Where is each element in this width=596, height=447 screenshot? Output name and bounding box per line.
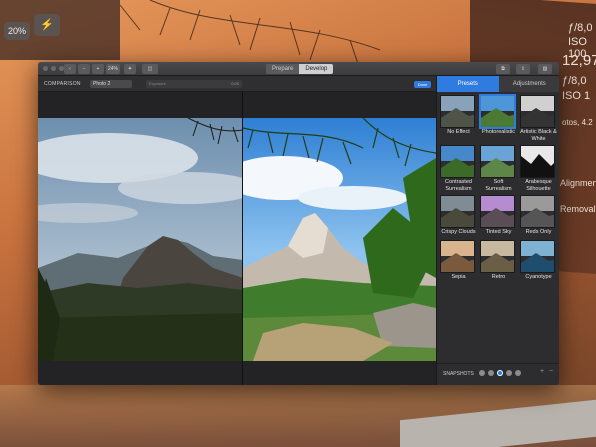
preset-thumbnail — [480, 240, 515, 273]
preset-crispy-clouds[interactable]: Crispy Clouds — [440, 195, 477, 236]
photo-canvas[interactable] — [38, 92, 436, 385]
background-aperture-text: ƒ/8,0 — [568, 22, 593, 34]
exposure-slider[interactable]: Exposure 0,00 — [146, 80, 242, 88]
preset-thumbnail — [440, 240, 475, 273]
title-bar: ‹ − + 24% ✦ ◫ Prepare Develop ⧉ ⇪ ▥ — [38, 62, 559, 76]
crop-tool-icon[interactable]: ✦ — [124, 64, 136, 74]
preset-thumbnail — [440, 195, 475, 228]
preset-label: Sepia — [451, 274, 466, 280]
snapshot-dot[interactable] — [479, 370, 485, 376]
app-window: ‹ − + 24% ✦ ◫ Prepare Develop ⧉ ⇪ ▥ COMP… — [38, 62, 559, 385]
preset-contrasted-surrealism[interactable]: Contrasted Surrealism — [440, 145, 477, 192]
snapshot-dot[interactable] — [488, 370, 494, 376]
preset-sepia[interactable]: Sepia — [440, 240, 477, 281]
background-alignment-text: Alignmen — [560, 178, 596, 188]
comparison-label: COMPARISON — [44, 81, 81, 87]
close-window-button[interactable] — [43, 66, 48, 71]
preset-thumbnail — [479, 94, 516, 129]
tab-develop[interactable]: Develop — [299, 64, 334, 74]
preset-thumbnail — [480, 195, 515, 228]
background-photos-text: otos, 4.2 — [562, 118, 593, 127]
preset-label: Reds Only — [525, 229, 552, 235]
background-aperture-text-2: ƒ/8,0 — [562, 75, 587, 87]
preset-label: Contrasted Surrealism — [445, 179, 472, 192]
comparison-photo-select[interactable]: Photo 2 — [90, 80, 132, 88]
preset-thumbnail — [480, 145, 515, 178]
snapshot-dot[interactable] — [515, 370, 521, 376]
preset-thumbnail — [520, 240, 555, 273]
snapshots-label: SNAPSHOTS — [443, 371, 474, 377]
sidebar-toggle-icon[interactable]: ▥ — [538, 64, 552, 74]
sidebar-tabs: Presets Adjustments — [437, 76, 559, 92]
toolbar-back-button[interactable]: ‹ — [64, 64, 76, 74]
done-button[interactable]: Done — [414, 81, 431, 88]
presets-sidebar: Presets Adjustments No Effect Photoreali… — [436, 76, 559, 385]
comparison-split-handle[interactable] — [242, 92, 243, 385]
background-zoom-chip: 20% — [4, 22, 30, 40]
preset-label: Photorealistic — [481, 129, 516, 135]
preset-label: Artistic Black & White — [520, 129, 557, 142]
tab-presets[interactable]: Presets — [437, 76, 499, 92]
preset-thumbnail — [440, 145, 475, 178]
preset-artistic-black-white[interactable]: Artistic Black & White — [520, 95, 557, 142]
zoom-in-icon[interactable]: + — [92, 64, 104, 74]
preset-label: Crispy Clouds — [441, 229, 476, 235]
preset-soft-surrealism[interactable]: Soft Surrealism — [480, 145, 517, 192]
after-photo — [243, 118, 436, 361]
background-magic-icon: ⚡ — [34, 14, 60, 36]
exposure-slider-value: 0,00 — [231, 81, 239, 86]
export-icon[interactable]: ⇪ — [516, 64, 530, 74]
before-photo — [38, 118, 243, 361]
preset-reds-only[interactable]: Reds Only — [520, 195, 557, 236]
share-icon[interactable]: ⧉ — [496, 64, 510, 74]
preset-label: Arabesque Silhouette — [525, 179, 552, 192]
mode-segmented-control: Prepare Develop — [266, 64, 334, 74]
exposure-slider-label: Exposure — [149, 81, 166, 86]
add-snapshot-icon[interactable]: + — [540, 368, 544, 375]
preset-tinted-sky[interactable]: Tinted Sky — [480, 195, 517, 236]
tab-prepare[interactable]: Prepare — [266, 64, 300, 74]
preset-photorealistic[interactable]: Photorealistic — [479, 94, 517, 136]
preset-thumbnail — [520, 145, 555, 178]
zoom-level-dropdown[interactable]: 24% — [106, 64, 120, 74]
preset-label: No Effect — [447, 129, 470, 135]
comparison-bar: COMPARISON Photo 2 Exposure 0,00 Done — [38, 76, 436, 92]
background-toolbar-fragment: 20% ⚡ — [0, 0, 120, 60]
background-removal-text: Removal — [560, 204, 596, 214]
minimize-window-button[interactable] — [51, 66, 56, 71]
background-iso-text-2: ISO 1 — [562, 90, 591, 102]
compare-view-icon[interactable]: ◫ — [142, 64, 158, 74]
snapshot-dot[interactable] — [506, 370, 512, 376]
zoom-out-icon[interactable]: − — [78, 64, 90, 74]
preset-thumbnail — [520, 95, 555, 128]
preset-arabesque-silhouette[interactable]: Arabesque Silhouette — [520, 145, 557, 192]
snapshots-bar: SNAPSHOTS + − — [437, 363, 559, 385]
snapshot-dot-active[interactable] — [497, 370, 503, 376]
preset-label: Retro — [491, 274, 506, 280]
preset-thumbnail — [440, 95, 475, 128]
preset-cyanotype[interactable]: Cyanotype — [520, 240, 557, 281]
preset-label: Soft Surrealism — [485, 179, 512, 192]
tab-adjustments[interactable]: Adjustments — [498, 76, 559, 92]
preset-label: Cyanotype — [525, 274, 552, 280]
background-number-text: 12,97 — [562, 52, 596, 69]
remove-snapshot-icon[interactable]: − — [549, 368, 553, 375]
preset-retro[interactable]: Retro — [480, 240, 517, 281]
preset-label: Tinted Sky — [485, 229, 512, 235]
preset-thumbnail — [520, 195, 555, 228]
preset-no-effect[interactable]: No Effect — [440, 95, 477, 136]
